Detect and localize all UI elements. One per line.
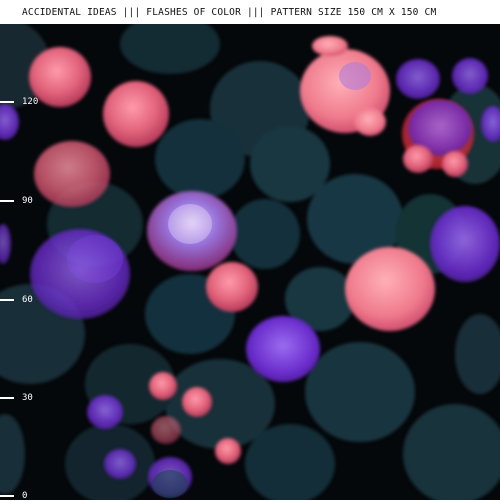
pattern-title: ACCIDENTAL IDEAS ||| FLASHES OF COLOR ||… — [22, 6, 437, 18]
header-bar: ACCIDENTAL IDEAS ||| FLASHES OF COLOR ||… — [0, 0, 500, 24]
pattern-art — [0, 24, 500, 500]
pattern-canvas — [0, 24, 500, 500]
